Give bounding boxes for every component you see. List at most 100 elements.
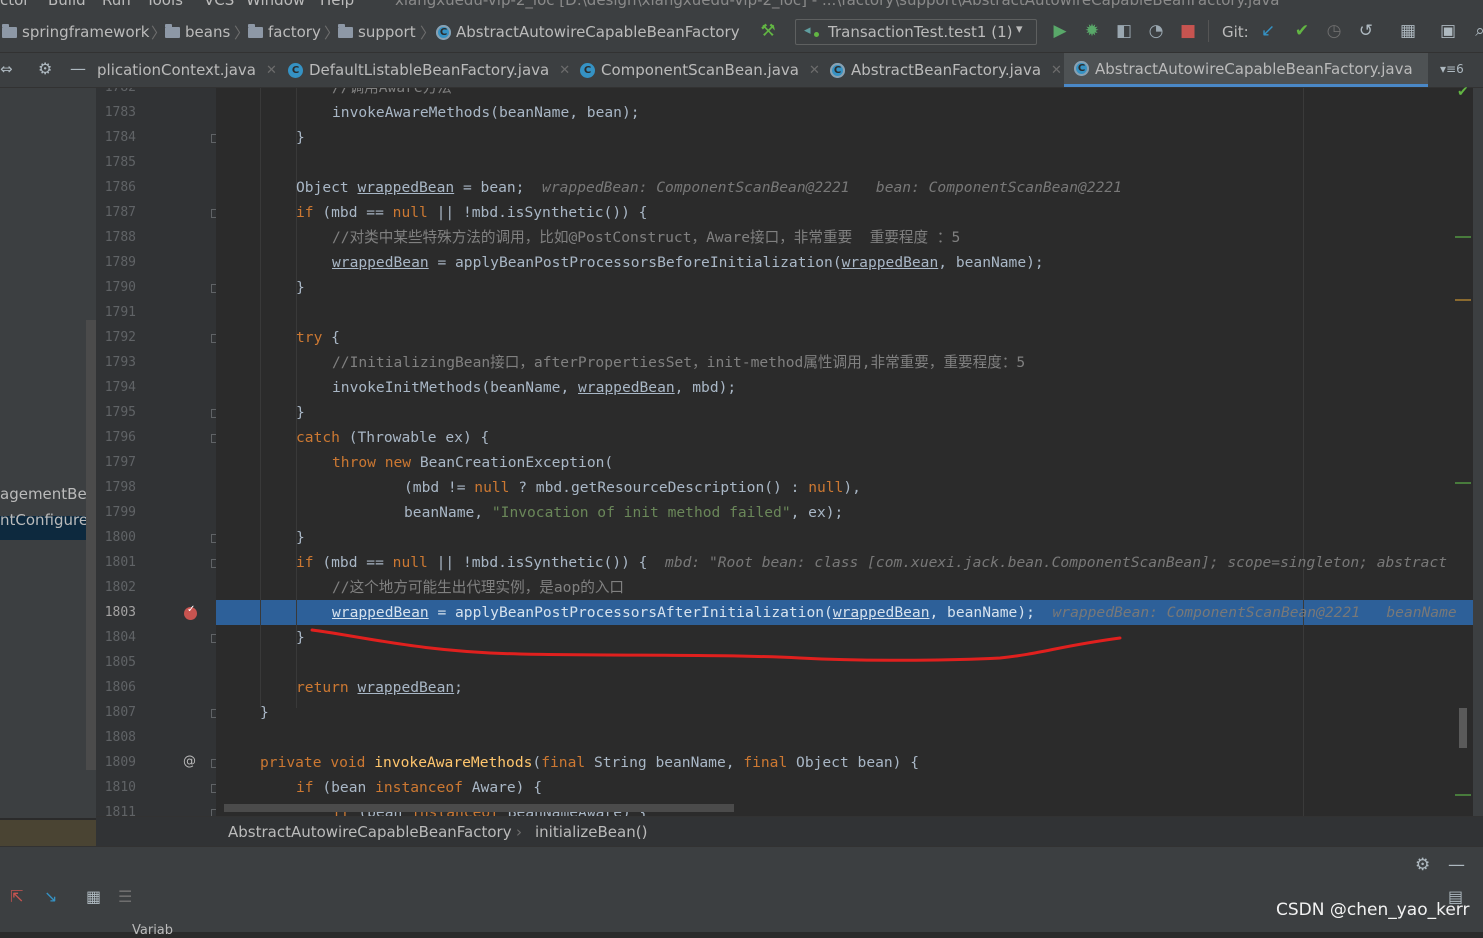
menu-item-help[interactable]: Help xyxy=(320,0,354,9)
line-number[interactable]: 1801 xyxy=(96,555,136,570)
line-number[interactable]: 1806 xyxy=(96,680,136,695)
line-number[interactable]: 1786 xyxy=(96,180,136,195)
code-line[interactable]: if (mbd == null || !mbd.isSynthetic()) {… xyxy=(296,550,1447,575)
line-number[interactable]: 1809 xyxy=(96,755,136,770)
code-line[interactable]: Object wrappedBean = bean; wrappedBean: … xyxy=(296,175,1122,200)
line-number[interactable]: 1793 xyxy=(96,355,136,370)
debug-icon[interactable]: ✹ xyxy=(1082,21,1102,41)
line-number[interactable]: 1802 xyxy=(96,580,136,595)
line-number[interactable]: 1785 xyxy=(96,155,136,170)
history-icon[interactable]: ◷ xyxy=(1324,21,1344,41)
run-configuration-select[interactable]: ◂ TransactionTest.test1 (1) ▾ xyxy=(795,19,1037,45)
line-number[interactable]: 1799 xyxy=(96,505,136,520)
stop-icon[interactable]: ■ xyxy=(1178,21,1198,41)
tab-abstract-bean-factory[interactable]: C AbstractBeanFactory.java ✕ xyxy=(830,53,1062,87)
menu-item-window[interactable]: Window xyxy=(246,0,305,9)
tab-component-scan-bean[interactable]: C ComponentScanBean.java ✕ xyxy=(580,53,820,87)
code-line[interactable]: beanName, "Invocation of init method fai… xyxy=(404,500,843,525)
line-number[interactable]: 1784 xyxy=(96,130,136,145)
menu-item-run[interactable]: Run xyxy=(102,0,131,9)
project-structure-icon[interactable]: ▦ xyxy=(1398,21,1418,41)
line-number[interactable]: 1798 xyxy=(96,480,136,495)
line-number[interactable]: 1783 xyxy=(96,105,136,120)
line-number[interactable]: 1795 xyxy=(96,405,136,420)
restore-layout-icon[interactable]: ⇱ xyxy=(10,887,23,906)
run-icon[interactable]: ▶ xyxy=(1050,21,1070,41)
code-editor[interactable]: //调用Aware方法invokeAwareMethods(beanName, … xyxy=(216,88,1473,816)
tab-application-context[interactable]: plicationContext.java ✕ xyxy=(97,53,277,87)
step-cursor-icon[interactable]: ↘ xyxy=(44,887,57,906)
code-line[interactable]: } xyxy=(296,400,305,425)
code-line[interactable]: if (bean instanceof Aware) { xyxy=(296,775,542,800)
line-number[interactable]: 1800 xyxy=(96,530,136,545)
line-number[interactable]: 1787 xyxy=(96,205,136,220)
project-tree-item[interactable]: ntConfigurer xyxy=(0,511,94,529)
line-number[interactable]: 1808 xyxy=(96,730,136,745)
close-icon[interactable]: ✕ xyxy=(266,63,277,78)
table-view-icon[interactable]: ▦ xyxy=(86,887,101,906)
line-number[interactable]: 1810 xyxy=(96,780,136,795)
close-icon[interactable]: ✕ xyxy=(559,63,570,78)
code-line[interactable]: return wrappedBean; xyxy=(296,675,463,700)
breakpoint-icon[interactable]: ✓ xyxy=(184,604,197,620)
code-line[interactable]: wrappedBean = applyBeanPostProcessorsBef… xyxy=(332,250,1044,275)
code-line[interactable]: if (mbd == null || !mbd.isSynthetic()) { xyxy=(296,200,647,225)
code-line[interactable]: } xyxy=(296,525,305,550)
git-commit-icon[interactable]: ✔ xyxy=(1292,21,1312,41)
code-line[interactable]: catch (Throwable ex) { xyxy=(296,425,489,450)
menu-item-refactor[interactable]: ctor xyxy=(0,0,29,9)
coverage-icon[interactable]: ◧ xyxy=(1114,21,1134,41)
line-number[interactable]: 1792 xyxy=(96,330,136,345)
code-line[interactable]: invokeInitMethods(beanName, wrappedBean,… xyxy=(332,375,736,400)
line-number[interactable]: 1797 xyxy=(96,455,136,470)
search-icon[interactable]: ⌕ xyxy=(1470,21,1483,41)
menu-item-tools[interactable]: Tools xyxy=(146,0,183,9)
code-line[interactable]: private void invokeAwareMethods(final St… xyxy=(260,750,919,775)
line-number[interactable]: 1790 xyxy=(96,280,136,295)
code-line[interactable]: } xyxy=(296,275,305,300)
line-number[interactable]: 1782 xyxy=(96,88,136,95)
gear-icon[interactable]: ⚙ xyxy=(38,59,52,78)
gear-icon[interactable]: ⚙ xyxy=(1415,855,1430,875)
line-number[interactable]: 1803 xyxy=(96,605,136,620)
line-number[interactable]: 1804 xyxy=(96,630,136,645)
editor-horizontal-scrollbar[interactable] xyxy=(224,804,734,812)
breadcrumb-class[interactable]: C AbstractAutowireCapableBeanFactory xyxy=(436,21,740,43)
code-line[interactable]: wrappedBean = applyBeanPostProcessorsAft… xyxy=(332,600,1457,625)
code-line[interactable]: } xyxy=(260,700,269,725)
code-line[interactable]: //InitializingBean接口，afterPropertiesSet，… xyxy=(332,350,1025,375)
code-line[interactable]: invokeAwareMethods(beanName, bean); xyxy=(332,100,640,125)
code-line[interactable]: throw new BeanCreationException( xyxy=(332,450,613,475)
line-number[interactable]: 1807 xyxy=(96,705,136,720)
collapse-icon[interactable]: ⇔ xyxy=(0,60,13,78)
tab-default-listable-bean-factory[interactable]: C DefaultListableBeanFactory.java ✕ xyxy=(288,53,570,87)
build-hammer-icon[interactable]: ⚒ xyxy=(758,21,778,41)
presentation-icon[interactable]: ▣ xyxy=(1438,21,1458,41)
profile-icon[interactable]: ◔ xyxy=(1146,21,1166,41)
code-line[interactable]: //对类中某些特殊方法的调用，比如@PostConstruct，Aware接口，… xyxy=(332,225,960,250)
line-number[interactable]: 1811 xyxy=(96,805,136,816)
threads-icon[interactable]: ☰ xyxy=(118,887,132,906)
code-line[interactable]: //这个地方可能生出代理实例，是aop的入口 xyxy=(332,575,624,600)
editor-scrollbar-thumb[interactable] xyxy=(1459,708,1467,748)
minimize-icon[interactable]: — xyxy=(1448,855,1465,875)
breadcrumb-factory[interactable]: factory xyxy=(248,21,321,43)
menu-item-vcs[interactable]: VCS xyxy=(204,0,234,9)
code-line[interactable]: //调用Aware方法 xyxy=(332,88,452,100)
git-update-icon[interactable]: ↙ xyxy=(1258,21,1278,41)
project-scrollbar[interactable] xyxy=(86,320,96,770)
code-line[interactable]: (mbd != null ? mbd.getResourceDescriptio… xyxy=(404,475,861,500)
line-number[interactable]: 1789 xyxy=(96,255,136,270)
close-icon[interactable]: ✕ xyxy=(1051,63,1062,78)
tab-overflow-icon[interactable]: ▾≡6 xyxy=(1440,62,1464,76)
line-number[interactable]: 1794 xyxy=(96,380,136,395)
override-marker-icon[interactable]: @ xyxy=(183,754,196,769)
code-breadcrumb-class[interactable]: AbstractAutowireCapableBeanFactory xyxy=(228,823,512,841)
breadcrumb-springframework[interactable]: springframework xyxy=(2,21,149,43)
menu-item-build[interactable]: Build xyxy=(48,0,86,9)
breadcrumb-support[interactable]: support xyxy=(338,21,416,43)
code-breadcrumb-method[interactable]: initializeBean() xyxy=(535,823,647,841)
line-number[interactable]: 1788 xyxy=(96,230,136,245)
code-line[interactable]: try { xyxy=(296,325,340,350)
code-line[interactable]: } xyxy=(296,125,305,150)
